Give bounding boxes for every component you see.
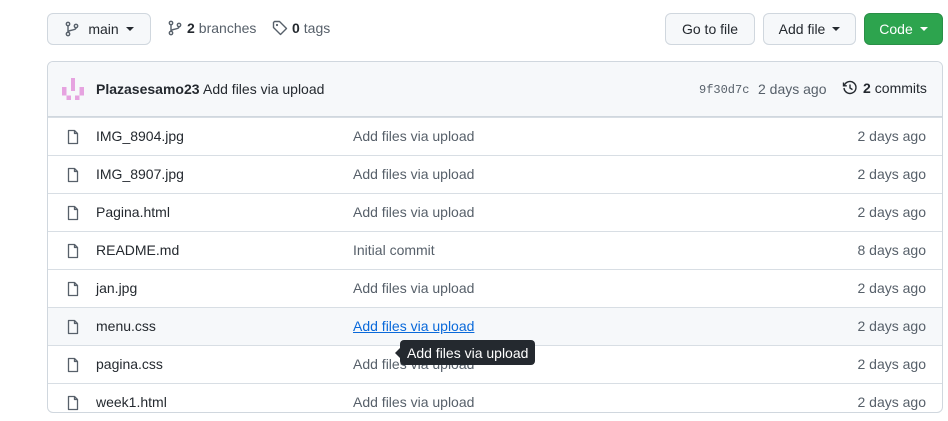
file-name[interactable]: pagina.css <box>96 356 163 372</box>
file-name[interactable]: IMG_8904.jpg <box>96 128 184 144</box>
chevron-down-icon <box>919 27 928 31</box>
file-age: 2 days ago <box>857 394 927 410</box>
go-to-file-button[interactable]: Go to file <box>665 13 755 45</box>
go-to-file-label: Go to file <box>681 21 739 37</box>
chevron-down-icon <box>125 27 134 31</box>
file-age: 2 days ago <box>857 280 927 296</box>
add-file-button[interactable]: Add file <box>763 13 856 45</box>
commit-author[interactable]: Plazasesamo23 <box>96 81 200 97</box>
file-age: 2 days ago <box>857 204 927 220</box>
tags-count: 0 <box>292 20 300 36</box>
git-branch-icon <box>65 21 79 37</box>
file-name[interactable]: README.md <box>96 242 179 258</box>
file-icon <box>67 129 79 145</box>
code-label: Code <box>879 21 913 37</box>
history-icon <box>842 80 857 95</box>
commit-message-link[interactable]: Add files via upload <box>353 166 474 182</box>
avatar[interactable] <box>62 78 84 100</box>
tag-icon <box>272 20 288 36</box>
commit-message-link[interactable]: Add files via upload <box>353 128 474 144</box>
file-name[interactable]: menu.css <box>96 318 156 334</box>
table-row[interactable]: IMG_8907.jpg Add files via upload 2 days… <box>48 155 942 193</box>
commits-label: commits <box>874 80 927 96</box>
branches-label: branches <box>198 20 257 36</box>
table-row[interactable]: IMG_8904.jpg Add files via upload 2 days… <box>48 117 942 155</box>
file-icon <box>67 205 79 221</box>
file-age: 8 days ago <box>857 242 927 258</box>
tags-label: tags <box>303 20 331 36</box>
table-row[interactable]: Pagina.html Add files via upload 2 days … <box>48 193 942 231</box>
file-icon <box>67 319 79 335</box>
file-icon <box>67 243 79 259</box>
file-name[interactable]: jan.jpg <box>96 280 137 296</box>
file-icon <box>67 395 79 411</box>
commit-message-link[interactable]: Add files via upload <box>353 394 474 410</box>
branches-count: 2 <box>187 20 195 36</box>
branches-link[interactable]: 2 branches <box>167 20 256 36</box>
file-name[interactable]: IMG_8907.jpg <box>96 166 184 182</box>
file-age: 2 days ago <box>857 166 927 182</box>
add-file-label: Add file <box>778 21 826 37</box>
file-name[interactable]: Pagina.html <box>96 204 170 220</box>
commit-message-link[interactable]: Add files via upload <box>353 280 474 296</box>
commit-age: 2 days ago <box>758 81 827 97</box>
tooltip-text: Add files via upload <box>407 344 529 361</box>
file-age: 2 days ago <box>857 128 927 144</box>
file-icon <box>67 167 79 183</box>
commits-count: 2 <box>863 80 871 96</box>
file-icon <box>67 357 79 373</box>
commit-sha[interactable]: 9f30d7c <box>699 83 749 97</box>
file-age: 2 days ago <box>857 356 927 372</box>
table-row[interactable]: README.md Initial commit 8 days ago <box>48 231 942 269</box>
chevron-down-icon <box>832 27 841 31</box>
branch-select-button[interactable]: main <box>47 13 151 45</box>
table-row[interactable]: jan.jpg Add files via upload 2 days ago <box>48 269 942 307</box>
file-icon <box>67 281 79 297</box>
tags-link[interactable]: 0 tags <box>272 20 330 36</box>
code-button[interactable]: Code <box>864 13 943 45</box>
file-age: 2 days ago <box>857 318 927 334</box>
table-row[interactable]: week1.html Add files via upload 2 days a… <box>48 383 942 412</box>
commit-message[interactable]: Add files via upload <box>203 81 324 97</box>
latest-commit-bar: Plazasesamo23 Add files via upload 9f30d… <box>48 62 942 117</box>
file-name[interactable]: week1.html <box>96 394 167 410</box>
branch-name: main <box>88 21 119 37</box>
commit-message-link[interactable]: Add files via upload <box>353 204 474 220</box>
tooltip: Add files via upload <box>394 340 536 365</box>
git-branch-icon <box>168 20 182 36</box>
commit-message-link[interactable]: Add files via upload <box>353 318 474 334</box>
commit-message-link[interactable]: Initial commit <box>353 242 435 258</box>
commits-link[interactable]: 2 commits <box>842 80 927 96</box>
